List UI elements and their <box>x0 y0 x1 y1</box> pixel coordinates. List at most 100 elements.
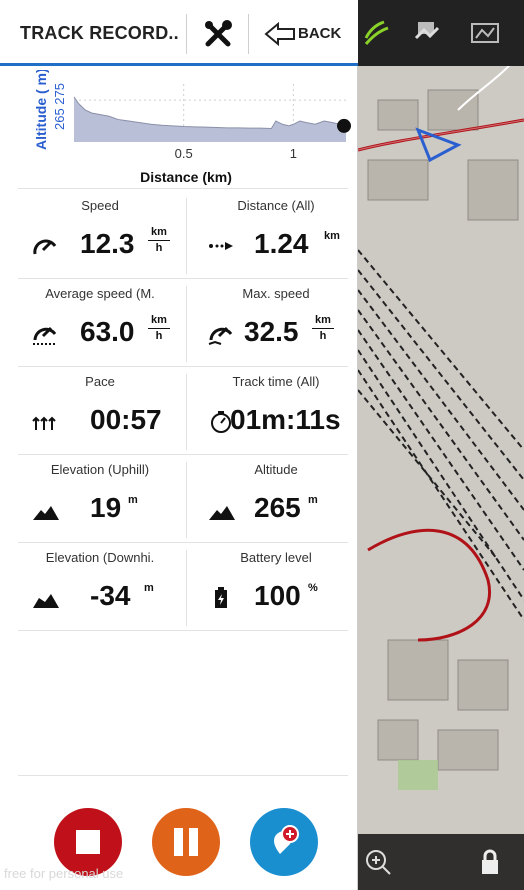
stat-value: 32.5 <box>244 316 299 347</box>
header-divider <box>248 14 249 54</box>
divider <box>18 366 348 367</box>
stat-elevation-uphill[interactable]: Elevation (Uphill) 19 m <box>14 454 186 542</box>
chart-end-marker <box>337 118 351 133</box>
stat-caption: Elevation (Downhi. <box>45 550 155 565</box>
stat-caption: Track time (All) <box>232 374 320 389</box>
divider <box>18 188 348 189</box>
stat-value: 63.0 <box>80 316 135 347</box>
divider <box>18 278 348 279</box>
chart-area-fill <box>74 96 346 142</box>
stat-unit: km <box>324 230 340 242</box>
zoom-in-icon[interactable] <box>362 846 394 878</box>
uphill-icon <box>33 506 59 520</box>
stat-caption: Elevation (Uphill) <box>50 462 150 477</box>
divider <box>18 454 348 455</box>
unit-numerator: km <box>315 314 331 326</box>
map-bottom-bar <box>358 834 524 890</box>
map-mode-icon[interactable] <box>468 16 502 50</box>
stat-average-speed-m[interactable]: Average speed (M. 63.0 km h <box>14 278 186 366</box>
map-canvas[interactable] <box>358 0 524 890</box>
speedometer-icon <box>33 239 57 255</box>
divider <box>186 374 187 450</box>
back-button[interactable]: BACK <box>254 14 354 54</box>
unit-denominator: h <box>155 330 163 342</box>
stat-unit: m <box>144 582 154 594</box>
stat-max-speed[interactable]: Max. speed 32.5 km h <box>190 278 362 366</box>
stat-unit: m <box>128 494 138 506</box>
stat-speed[interactable]: Speed 12.3 km h <box>14 190 186 278</box>
unit-denominator: h <box>155 242 163 254</box>
stat-distance-all[interactable]: Distance (All) 1.24 km <box>190 190 362 278</box>
stat-unit: km h <box>148 226 170 255</box>
stat-elevation-downhi[interactable]: Elevation (Downhi. -34 m <box>14 542 186 630</box>
divider <box>18 542 348 543</box>
chart-x-tick-label: 0.5 <box>175 146 193 161</box>
chart-y-tick-labels: 265 275 <box>52 83 67 130</box>
lock-icon[interactable] <box>474 846 506 878</box>
unit-numerator: km <box>151 226 167 238</box>
stat-track-time-all[interactable]: Track time (All) 01m:11s <box>190 366 362 454</box>
fraction-bar <box>312 328 334 329</box>
stat-unit: km h <box>312 314 334 343</box>
stat-value: -34 <box>90 580 131 611</box>
stat-value: 1.24 <box>254 228 309 259</box>
stat-value: 19 <box>90 492 122 523</box>
stat-value: 100 <box>254 580 301 611</box>
stat-pace[interactable]: Pace 00:57 <box>14 366 186 454</box>
fraction-bar <box>148 328 170 329</box>
divider <box>186 286 187 362</box>
chart-x-axis-label: Distance (km) <box>140 169 232 185</box>
header-divider <box>186 14 187 54</box>
stat-altitude[interactable]: Altitude 265 m <box>190 454 362 542</box>
divider <box>186 198 187 274</box>
stat-unit: km h <box>148 314 170 343</box>
divider <box>18 630 348 631</box>
divider <box>186 462 187 538</box>
stat-caption: Altitude <box>254 462 298 477</box>
stat-value: 00:57 <box>90 404 162 435</box>
stat-value: 01m:11s <box>230 404 341 435</box>
map-top-bar <box>358 0 524 66</box>
pause-icon <box>174 828 198 856</box>
stat-caption: Pace <box>85 374 115 389</box>
back-label: BACK <box>298 25 342 42</box>
mountain-icon <box>209 506 235 520</box>
elevation-chart-svg: 0.5 1 Distance (km) Altitude ( m) 265 275 <box>33 68 351 185</box>
downhill-icon <box>33 594 59 608</box>
stat-caption: Speed <box>81 198 119 213</box>
unit-denominator: h <box>319 330 327 342</box>
fraction-bar <box>148 240 170 241</box>
pause-button[interactable] <box>152 808 220 876</box>
layers-icon[interactable] <box>410 16 444 50</box>
divider <box>18 775 348 776</box>
stat-value: 265 <box>254 492 301 523</box>
track-record-panel: TRACK RECORD.. BACK 0.5 1 Distance (km) Alt… <box>0 0 358 890</box>
average-speed-icon <box>33 326 57 345</box>
elevation-chart[interactable]: 0.5 1 Distance (km) Altitude ( m) 265 275 <box>0 68 358 188</box>
tools-button[interactable] <box>196 14 240 54</box>
divider <box>186 550 187 626</box>
stat-caption: Max. speed <box>242 286 310 301</box>
stat-battery-level[interactable]: Battery level 100% <box>190 542 362 630</box>
battery-icon <box>215 587 227 608</box>
map-view[interactable] <box>358 0 524 890</box>
stat-caption: Distance (All) <box>237 198 315 213</box>
chart-y-axis-label: Altitude ( m) <box>33 70 49 150</box>
max-speed-icon <box>208 326 233 345</box>
panel-header: TRACK RECORD.. BACK <box>0 0 358 66</box>
stat-value: 12.3 <box>80 228 135 259</box>
watermark-text: free for personal use <box>4 866 124 881</box>
unit-numerator: km <box>151 314 167 326</box>
stat-unit: % <box>308 582 318 594</box>
page-title: TRACK RECORD.. <box>20 23 179 43</box>
add-waypoint-button[interactable] <box>250 808 318 876</box>
stat-unit: m <box>308 494 318 506</box>
gps-signal-icon[interactable] <box>362 16 396 50</box>
tools-icon <box>205 20 232 47</box>
add-waypoint-icon <box>274 825 299 854</box>
pace-icon <box>32 416 56 430</box>
distance-icon <box>209 242 233 250</box>
chart-x-tick-label: 1 <box>290 146 297 161</box>
stat-caption: Average speed (M. <box>45 286 155 301</box>
back-arrow-icon <box>264 21 295 47</box>
